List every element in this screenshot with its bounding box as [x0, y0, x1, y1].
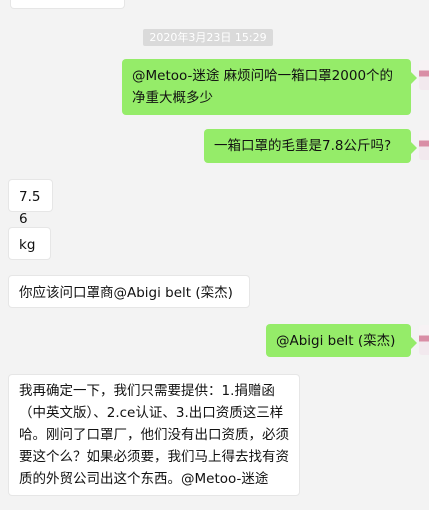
message-timestamp: 2020年3月23日 15:29: [143, 29, 273, 46]
message-bubble-outgoing[interactable]: @Abigi belt (栾杰): [266, 324, 417, 357]
message-bubble-outgoing[interactable]: @Metoo-迷途 麻烦问哈一箱口罩2000个的净重大概多少: [122, 59, 417, 115]
message-text: @Metoo-迷途 麻烦问哈一箱口罩2000个的净重大概多少: [132, 68, 394, 106]
avatar[interactable]: [419, 325, 429, 355]
message-bubble-incoming[interactable]: kg: [8, 227, 51, 260]
message-text: @Abigi belt (栾杰): [276, 333, 396, 349]
message-text: 7.56: [19, 189, 41, 227]
message-text: kg: [19, 237, 36, 253]
previous-message-bubble[interactable]: [10, 0, 125, 9]
message-bubble-outgoing[interactable]: 一箱口罩的毛重是7.8公斤吗?: [204, 129, 417, 163]
message-bubble-incoming[interactable]: 你应该问口罩商@Abigi belt (栾杰): [8, 275, 250, 308]
user-avatar-icon: [419, 130, 429, 160]
message-text: 我再确定一下，我们只需要提供：1.捐赠函（中英文版）、2.ce认证、3.出口资质…: [19, 383, 289, 487]
message-text: 一箱口罩的毛重是7.8公斤吗?: [214, 138, 392, 154]
message-text: 你应该问口罩商@Abigi belt (栾杰): [19, 285, 233, 301]
message-bubble-incoming[interactable]: 7.56: [8, 179, 53, 227]
user-avatar-icon: [419, 60, 429, 90]
user-avatar-icon: [419, 325, 429, 355]
avatar[interactable]: [419, 130, 429, 160]
message-bubble-incoming[interactable]: 我再确定一下，我们只需要提供：1.捐赠函（中英文版）、2.ce认证、3.出口资质…: [8, 374, 300, 496]
avatar[interactable]: [419, 60, 429, 90]
